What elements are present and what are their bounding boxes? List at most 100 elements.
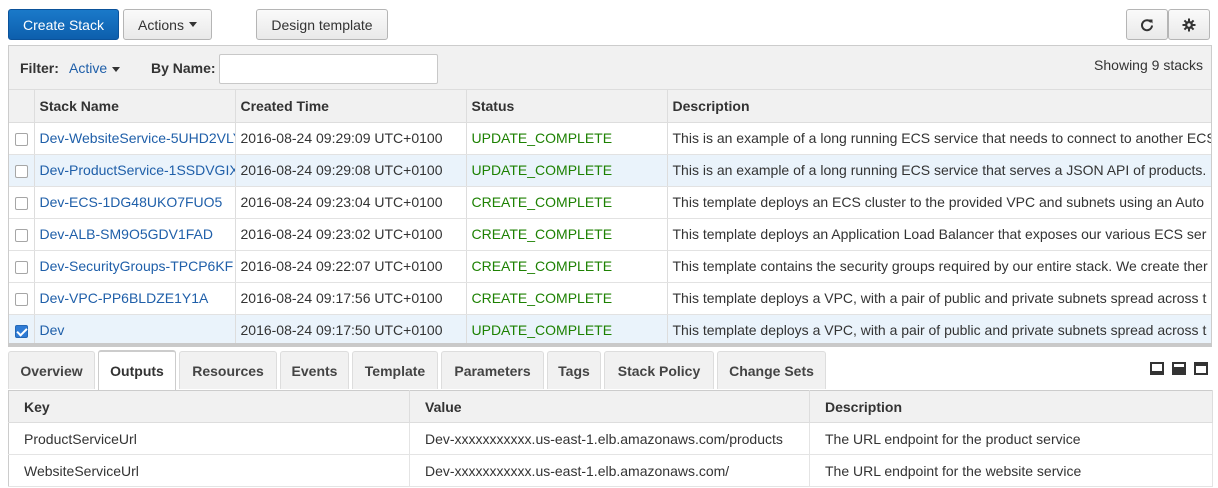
tab-label: Events [291,362,338,379]
table-row[interactable]: Dev-WebsiteService-5UHD2VLY 2016-08-24 0… [9,122,1211,155]
filter-label: Filter: [20,60,59,76]
stack-name-link[interactable]: Dev [34,314,236,344]
outputs-header-row: Key Value Description [8,390,1213,423]
layout-full-icon[interactable] [1194,362,1208,375]
row-checkbox[interactable] [14,260,28,274]
refresh-button[interactable] [1126,9,1168,40]
tab-label: Outputs [110,363,164,379]
description-text: This template deploys an ECS cluster to … [667,186,1211,219]
created-time: 2016-08-24 09:29:09 UTC+0100 [235,122,467,155]
status-text: CREATE_COMPLETE [466,186,668,219]
table-row[interactable]: Dev 2016-08-24 09:17:50 UTC+0100 UPDATE_… [9,314,1211,344]
output-description: The URL endpoint for the product service [809,422,1213,455]
description-text: This is an example of a long running ECS… [667,154,1211,187]
layout-bottom-icon[interactable] [1150,362,1164,375]
output-value[interactable]: Dev-xxxxxxxxxxx.us-east-1.elb.amazonaws.… [409,454,810,487]
status-text: UPDATE_COMPLETE [466,154,668,187]
table-row[interactable]: Dev-ALB-SM9O5GDV1FAD 2016-08-24 09:23:02… [9,218,1211,251]
column-header-description[interactable]: Description [809,390,1213,423]
tab-label: Parameters [454,362,531,379]
actions-dropdown-button[interactable]: Actions [123,9,212,40]
settings-button[interactable] [1168,9,1210,40]
name-filter-input[interactable] [219,54,438,84]
column-header-description[interactable]: Description [667,90,1211,123]
chevron-down-icon [188,22,197,27]
created-time: 2016-08-24 09:22:07 UTC+0100 [235,250,467,283]
tab-change-sets[interactable]: Change Sets [717,351,826,389]
create-stack-label: Create Stack [23,16,104,33]
tab-parameters[interactable]: Parameters [441,351,544,389]
stack-count: Showing 9 stacks [1094,57,1203,73]
stacks-table: Stack Name Created Time Status Descripti… [9,90,1211,344]
filter-bar: Filter: Active By Name: Showing 9 stacks [9,46,1211,90]
layout-half-icon[interactable] [1172,362,1186,375]
created-time: 2016-08-24 09:17:50 UTC+0100 [235,314,467,344]
refresh-icon [1141,18,1153,31]
tab-resources[interactable]: Resources [179,351,277,389]
description-text: This template deploys an Application Loa… [667,218,1211,251]
table-row: WebsiteServiceUrl Dev-xxxxxxxxxxx.us-eas… [8,454,1213,487]
row-checkbox[interactable] [14,132,28,146]
stacks-panel: Filter: Active By Name: Showing 9 stacks… [8,45,1212,345]
row-checkbox[interactable] [14,164,28,178]
filter-active-dropdown[interactable]: Active [69,60,121,76]
description-text: This template deploys a VPC, with a pair… [667,314,1211,344]
tab-overview[interactable]: Overview [8,351,95,389]
tab-label: Tags [558,362,590,379]
stack-name-link[interactable]: Dev-ECS-1DG48UKO7FUO5 [34,186,236,219]
stack-name-link[interactable]: Dev-ProductService-1SSDVGIX [34,154,236,187]
column-header-value[interactable]: Value [409,390,810,423]
output-description: The URL endpoint for the website service [809,454,1213,487]
tab-label: Overview [20,362,83,379]
row-checkbox[interactable] [14,228,28,242]
chevron-down-icon [112,66,121,72]
table-row[interactable]: Dev-ProductService-1SSDVGIX 2016-08-24 0… [9,154,1211,187]
tab-tags[interactable]: Tags [547,351,601,389]
pane-resize-handle[interactable] [8,343,1212,347]
description-text: This template contains the security grou… [667,250,1211,283]
design-template-label: Design template [271,16,373,33]
column-header-created-time[interactable]: Created Time [235,90,467,123]
output-value[interactable]: Dev-xxxxxxxxxxx.us-east-1.elb.amazonaws.… [409,422,810,455]
tab-events[interactable]: Events [280,351,349,389]
detail-tabs: Overview Outputs Resources Events Templa… [8,350,1212,390]
status-text: UPDATE_COMPLETE [466,314,668,344]
filter-value: Active [69,60,108,76]
table-row: ProductServiceUrl Dev-xxxxxxxxxxx.us-eas… [8,422,1213,455]
layout-toggle-group [1150,362,1212,376]
column-header-key[interactable]: Key [8,390,410,423]
tab-label: Template [364,362,426,379]
table-row[interactable]: Dev-SecurityGroups-TPCP6KF 2016-08-24 09… [9,250,1211,283]
stacks-header-row: Stack Name Created Time Status Descripti… [9,90,1211,123]
row-checkbox[interactable] [14,292,28,306]
toolbar: Create Stack Actions Design template [0,0,1218,44]
tab-label: Resources [192,362,264,379]
tab-stack-policy[interactable]: Stack Policy [604,351,714,389]
description-text: This template deploys a VPC, with a pair… [667,282,1211,315]
created-time: 2016-08-24 09:17:56 UTC+0100 [235,282,467,315]
select-header [9,90,35,123]
table-row[interactable]: Dev-ECS-1DG48UKO7FUO5 2016-08-24 09:23:0… [9,186,1211,219]
stack-name-link[interactable]: Dev-ALB-SM9O5GDV1FAD [34,218,236,251]
row-checkbox[interactable] [14,324,28,338]
created-time: 2016-08-24 09:23:02 UTC+0100 [235,218,467,251]
column-header-stack-name[interactable]: Stack Name [34,90,236,123]
table-row[interactable]: Dev-VPC-PP6BLDZE1Y1A 2016-08-24 09:17:56… [9,282,1211,315]
column-header-status[interactable]: Status [466,90,668,123]
tab-template[interactable]: Template [352,351,438,389]
design-template-button[interactable]: Design template [256,9,388,40]
created-time: 2016-08-24 09:29:08 UTC+0100 [235,154,467,187]
tab-outputs[interactable]: Outputs [98,350,176,390]
stack-name-link[interactable]: Dev-WebsiteService-5UHD2VLY [34,122,236,155]
description-text: This is an example of a long running ECS… [667,122,1211,155]
row-checkbox[interactable] [14,196,28,210]
actions-label: Actions [138,16,184,33]
create-stack-button[interactable]: Create Stack [8,9,119,40]
stack-name-link[interactable]: Dev-VPC-PP6BLDZE1Y1A [34,282,236,315]
created-time: 2016-08-24 09:23:04 UTC+0100 [235,186,467,219]
stack-name-link[interactable]: Dev-SecurityGroups-TPCP6KF [34,250,236,283]
status-text: CREATE_COMPLETE [466,218,668,251]
status-text: CREATE_COMPLETE [466,250,668,283]
gear-icon [1182,18,1196,31]
output-key: WebsiteServiceUrl [8,454,410,487]
